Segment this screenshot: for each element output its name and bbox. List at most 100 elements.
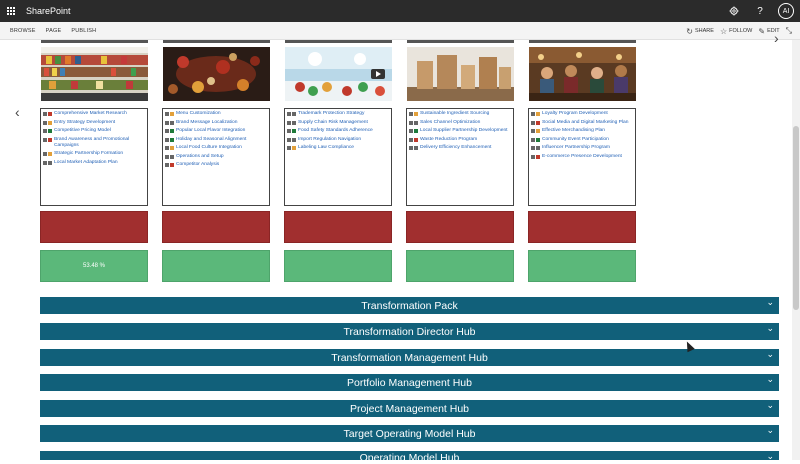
task-link[interactable]: Labeling Law Compliance <box>298 145 354 151</box>
settings-button[interactable] <box>726 3 742 19</box>
list-item[interactable]: Loyalty Program Development <box>531 111 633 117</box>
list-item[interactable]: Social Media and Digital Marketing Plan <box>531 120 633 126</box>
progress-text: 53.48 % <box>82 263 106 269</box>
list-item[interactable]: Delivery Efficiency Enhancement <box>409 145 511 151</box>
follow-label: FOLLOW <box>729 28 753 34</box>
card-task-list: Comprehensive Market Research Entry Stra… <box>40 108 148 206</box>
list-item[interactable]: Operations and Setup <box>165 154 267 160</box>
list-item[interactable]: Holiday and Seasonal Alignment <box>165 137 267 143</box>
task-link[interactable]: Menu Customization <box>176 111 221 117</box>
tab-publish[interactable]: PUBLISH <box>71 28 96 34</box>
task-link[interactable]: Popular Local Flavor Integration <box>176 128 245 134</box>
card-task-list: Menu Customization Brand Message Localiz… <box>162 108 270 206</box>
hub-transformation-pack[interactable]: Transformation Pack ⌄ <box>40 297 779 314</box>
task-link[interactable]: Competitor Analysis <box>176 162 219 168</box>
list-item[interactable]: Entry Strategy Development <box>43 120 145 126</box>
task-link[interactable]: Waste Reduction Program <box>420 137 477 143</box>
list-item[interactable]: Local Supplier Partnership Development <box>409 128 511 134</box>
app-launcher-button[interactable] <box>0 0 22 22</box>
tab-browse[interactable]: BROWSE <box>10 28 36 34</box>
task-link[interactable]: Local Food Culture Integration <box>176 145 242 151</box>
chevron-down-icon[interactable]: ⌄ <box>766 400 774 411</box>
hub-transformation-director[interactable]: Transformation Director Hub ⌄ <box>40 323 779 340</box>
list-item[interactable]: Strategic Partnership Formation <box>43 151 145 157</box>
list-item[interactable]: Brand Message Localization <box>165 120 267 126</box>
task-link[interactable]: Sustainable Ingredient Sourcing <box>420 111 489 117</box>
scrollbar-thumb[interactable] <box>793 126 799 310</box>
task-link[interactable]: Brand Awareness and Promotional Campaign… <box>54 137 145 149</box>
hub-operating-model[interactable]: Operating Model Hub ⌄ <box>40 451 779 464</box>
list-item[interactable]: Effective Merchandising Plan <box>531 128 633 134</box>
question-icon: ? <box>757 5 763 17</box>
chevron-down-icon[interactable]: ⌄ <box>766 451 774 462</box>
list-item[interactable]: Popular Local Flavor Integration <box>165 128 267 134</box>
task-link[interactable]: Influencer Partnership Program <box>542 145 610 151</box>
task-link[interactable]: Loyalty Program Development <box>542 111 608 117</box>
task-link[interactable]: Brand Message Localization <box>176 120 237 126</box>
task-link[interactable]: Comprehensive Market Research <box>54 111 127 117</box>
task-link[interactable]: Strategic Partnership Formation <box>54 151 123 157</box>
list-item[interactable]: Competitive Pricing Model <box>43 128 145 134</box>
task-link[interactable]: Competitive Pricing Model <box>54 128 111 134</box>
task-link[interactable]: Delivery Efficiency Enhancement <box>420 145 491 151</box>
list-item[interactable]: Sales Channel Optimization <box>409 120 511 126</box>
waffle-icon <box>6 6 16 16</box>
task-link[interactable]: Social Media and Digital Marketing Plan <box>542 120 628 126</box>
list-item[interactable]: Sustainable Ingredient Sourcing <box>409 111 511 117</box>
card-task-list: Loyalty Program Development Social Media… <box>528 108 636 206</box>
chevron-right-icon: › <box>774 30 779 46</box>
app-title[interactable]: SharePoint <box>26 6 71 16</box>
status-bar-red <box>406 211 514 243</box>
task-link[interactable]: Local Supplier Partnership Development <box>420 128 508 134</box>
task-link[interactable]: Community Event Participation <box>542 137 609 143</box>
hub-transformation-management[interactable]: Transformation Management Hub ⌄ <box>40 349 779 366</box>
task-link[interactable]: Sales Channel Optimization <box>420 120 480 126</box>
suite-bar: SharePoint ? AI <box>0 0 800 22</box>
list-item[interactable]: Supply Chain Risk Management <box>287 120 389 126</box>
list-item[interactable]: Local Market Adaptation Plan <box>43 160 145 166</box>
list-item[interactable]: Food Safety Standards Adherence <box>287 128 389 134</box>
follow-button[interactable]: ☆ FOLLOW <box>720 27 752 36</box>
hub-project-management[interactable]: Project Management Hub ⌄ <box>40 400 779 417</box>
list-item[interactable]: Import Regulation Navigation <box>287 137 389 143</box>
avatar[interactable]: AI <box>778 3 794 19</box>
list-item[interactable]: Influencer Partnership Program <box>531 145 633 151</box>
task-link[interactable]: Operations and Setup <box>176 154 224 160</box>
list-item[interactable]: Competitor Analysis <box>165 162 267 168</box>
chevron-left-icon: ‹ <box>15 104 20 120</box>
hub-portfolio-management[interactable]: Portfolio Management Hub ⌄ <box>40 374 779 391</box>
list-item[interactable]: Trademark Protection Strategy <box>287 111 389 117</box>
chevron-down-icon[interactable]: ⌄ <box>766 425 774 436</box>
share-label: SHARE <box>695 28 714 34</box>
list-item[interactable]: Comprehensive Market Research <box>43 111 145 117</box>
list-item[interactable]: Waste Reduction Program <box>409 137 511 143</box>
task-link[interactable]: E-commerce Presence Development <box>542 154 622 160</box>
list-item[interactable]: Local Food Culture Integration <box>165 145 267 151</box>
star-icon: ☆ <box>719 26 728 36</box>
task-link[interactable]: Effective Merchandising Plan <box>542 128 605 134</box>
chevron-down-icon[interactable]: ⌄ <box>766 374 774 385</box>
progress-bar <box>528 250 636 282</box>
chevron-down-icon[interactable]: ⌄ <box>766 323 774 334</box>
list-item[interactable]: E-commerce Presence Development <box>531 154 633 160</box>
task-link[interactable]: Holiday and Seasonal Alignment <box>176 137 246 143</box>
task-link[interactable]: Trademark Protection Strategy <box>298 111 364 117</box>
task-link[interactable]: Import Regulation Navigation <box>298 137 361 143</box>
tab-page[interactable]: PAGE <box>46 28 62 34</box>
hub-target-operating-model[interactable]: Target Operating Model Hub ⌄ <box>40 425 779 442</box>
task-link[interactable]: Entry Strategy Development <box>54 120 115 126</box>
chevron-down-icon[interactable]: ⌄ <box>766 349 774 360</box>
task-link[interactable]: Supply Chain Risk Management <box>298 120 368 126</box>
carousel-next-button[interactable]: › <box>774 30 779 46</box>
task-link[interactable]: Local Market Adaptation Plan <box>54 160 118 166</box>
list-item[interactable]: Menu Customization <box>165 111 267 117</box>
share-button[interactable]: ↻ SHARE <box>686 27 714 36</box>
chevron-down-icon[interactable]: ⌄ <box>766 297 774 308</box>
focus-mode-button[interactable]: ⤡ <box>786 26 792 36</box>
help-button[interactable]: ? <box>752 3 768 19</box>
list-item[interactable]: Brand Awareness and Promotional Campaign… <box>43 137 145 149</box>
list-item[interactable]: Community Event Participation <box>531 137 633 143</box>
list-item[interactable]: Labeling Law Compliance <box>287 145 389 151</box>
task-link[interactable]: Food Safety Standards Adherence <box>298 128 373 134</box>
carousel-prev-button[interactable]: ‹ <box>15 104 20 120</box>
